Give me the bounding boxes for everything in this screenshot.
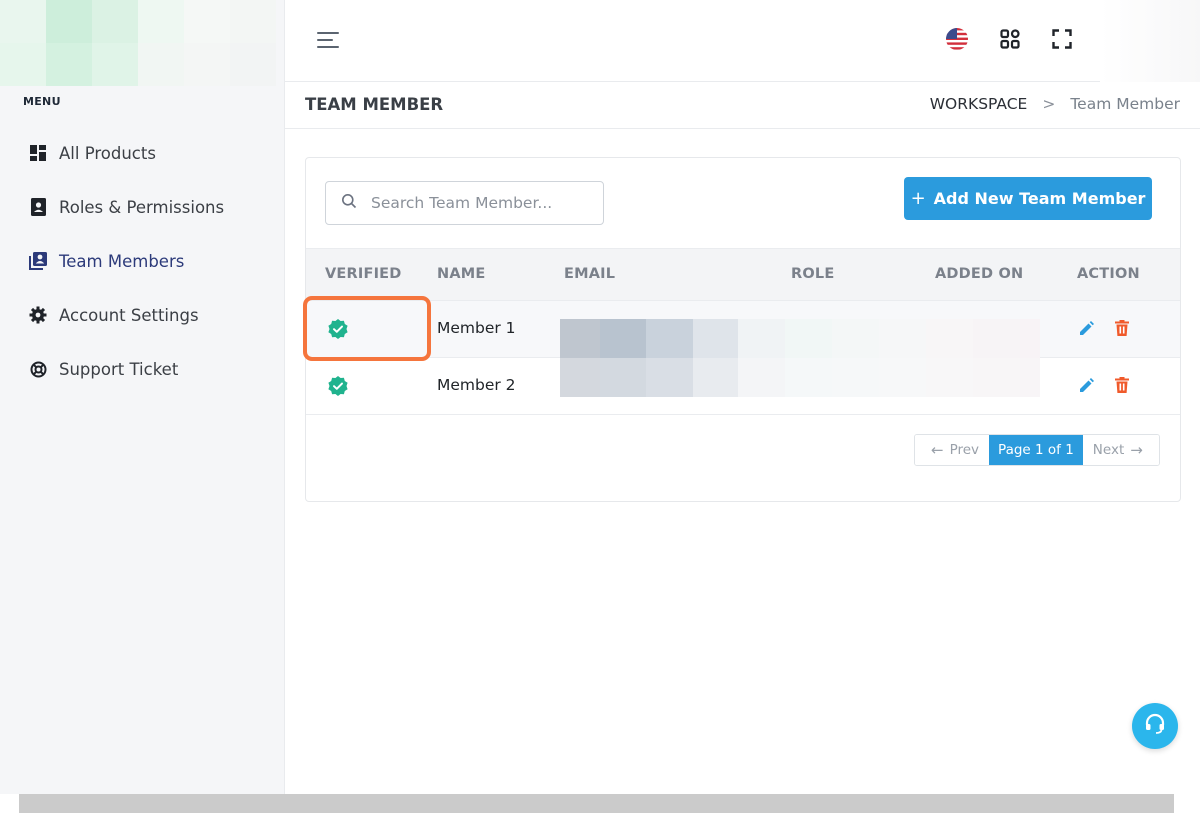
- verified-badge-icon: [327, 375, 349, 397]
- next-label: Next: [1092, 442, 1125, 458]
- column-header-role[interactable]: ROLE: [791, 266, 834, 282]
- column-header-action[interactable]: ACTION: [1077, 266, 1140, 282]
- horizontal-scrollbar[interactable]: [19, 794, 1174, 813]
- member-name: Member 2: [437, 376, 516, 394]
- prev-button[interactable]: ← Prev: [915, 435, 990, 465]
- highlight-box: [303, 296, 431, 361]
- lifebuoy-icon: [28, 359, 48, 379]
- search-box[interactable]: [325, 181, 604, 225]
- dashboard-icon: [28, 143, 48, 163]
- next-button[interactable]: Next →: [1082, 435, 1159, 465]
- edit-icon[interactable]: [1077, 376, 1095, 394]
- topbar-fade: [1100, 0, 1200, 82]
- member-name: Member 1: [437, 319, 516, 337]
- arrow-right-icon: →: [1130, 441, 1143, 459]
- sidebar-item-label: Team Members: [59, 251, 185, 271]
- breadcrumb-current: Team Member: [1070, 95, 1180, 113]
- page-title: TEAM MEMBER: [305, 95, 444, 114]
- breadcrumb-workspace[interactable]: WORKSPACE: [930, 95, 1028, 113]
- support-chat-button[interactable]: [1132, 703, 1178, 749]
- gear-icon: [28, 305, 48, 325]
- sidebar-item-label: Roles & Permissions: [59, 197, 225, 217]
- edit-icon[interactable]: [1077, 319, 1095, 337]
- sidebar-nav: All Products Roles & Permissions Team Me…: [0, 126, 285, 396]
- add-team-member-button[interactable]: + Add New Team Member: [904, 177, 1152, 220]
- fullscreen-icon[interactable]: [1050, 27, 1074, 51]
- pagination: ← Prev Page 1 of 1 Next →: [914, 434, 1160, 466]
- sidebar-item-team-members[interactable]: Team Members: [0, 234, 285, 288]
- search-icon: [341, 193, 357, 213]
- redacted-details: [560, 319, 1040, 358]
- column-header-verified[interactable]: VERIFIED: [325, 266, 402, 282]
- prev-label: Prev: [949, 442, 980, 458]
- sidebar-item-account-settings[interactable]: Account Settings: [0, 288, 285, 342]
- sidebar-item-label: All Products: [59, 143, 156, 163]
- sidebar: MENU All Products Roles & Permissions Te…: [0, 0, 285, 794]
- team-members-icon: [28, 251, 48, 271]
- sidebar-item-all-products[interactable]: All Products: [0, 126, 285, 180]
- plus-icon: +: [910, 188, 926, 209]
- menu-icon[interactable]: [317, 31, 341, 49]
- headset-icon: [1143, 712, 1167, 740]
- table-row: Member 2: [306, 358, 1180, 415]
- column-header-email[interactable]: EMAIL: [564, 266, 615, 282]
- logo[interactable]: [0, 0, 285, 86]
- sidebar-item-support-ticket[interactable]: Support Ticket: [0, 342, 285, 396]
- breadcrumb-separator: >: [1042, 95, 1056, 113]
- sidebar-item-label: Account Settings: [59, 305, 199, 325]
- add-button-label: Add New Team Member: [933, 189, 1146, 208]
- menu-title: MENU: [23, 95, 61, 108]
- team-member-card: + Add New Team Member VERIFIED NAME EMAI…: [305, 157, 1181, 502]
- current-page: Page 1 of 1: [989, 435, 1083, 465]
- page-header: TEAM MEMBER WORKSPACE > Team Member: [285, 82, 1200, 129]
- sidebar-item-roles-permissions[interactable]: Roles & Permissions: [0, 180, 285, 234]
- apps-grid-icon[interactable]: [998, 27, 1022, 51]
- id-badge-icon: [28, 197, 48, 217]
- redacted-details: [560, 358, 1040, 397]
- table-header: VERIFIED NAME EMAIL ROLE ADDED ON ACTION: [306, 248, 1180, 301]
- topbar: [285, 0, 1200, 82]
- column-header-name[interactable]: NAME: [437, 266, 486, 282]
- us-flag-icon[interactable]: [945, 27, 969, 51]
- table-row: Member 1: [306, 301, 1180, 358]
- breadcrumb: WORKSPACE > Team Member: [930, 95, 1180, 113]
- arrow-left-icon: ←: [931, 441, 944, 459]
- column-header-added-on[interactable]: ADDED ON: [935, 266, 1023, 282]
- delete-icon[interactable]: [1113, 319, 1131, 337]
- search-input[interactable]: [371, 194, 591, 212]
- sidebar-item-label: Support Ticket: [59, 359, 179, 379]
- delete-icon[interactable]: [1113, 376, 1131, 394]
